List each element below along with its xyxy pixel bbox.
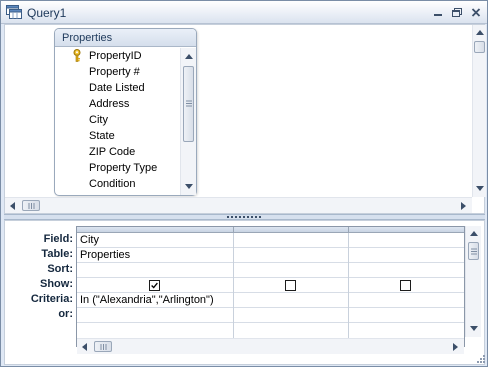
grid-row-labels: Field: Table: Sort: Show: Criteria: or:: [5, 232, 73, 322]
grid-vertical-scrollbar[interactable]: [465, 226, 481, 337]
title-bar[interactable]: Query1: [1, 1, 487, 24]
scroll-thumb[interactable]: [183, 66, 194, 142]
field-label: City: [89, 114, 108, 126]
design-pane-vertical-scrollbar[interactable]: [472, 25, 486, 197]
criteria-cell[interactable]: [234, 293, 348, 308]
row-label-sort: Sort:: [47, 263, 73, 275]
sort-cell[interactable]: [77, 263, 233, 278]
show-cell: [349, 278, 464, 293]
scroll-thumb[interactable]: [468, 242, 479, 260]
field-item-state[interactable]: State: [58, 128, 180, 144]
table-title[interactable]: Properties: [55, 29, 196, 47]
scroll-up-icon[interactable]: [467, 227, 481, 241]
field-item-condition[interactable]: Condition: [58, 176, 180, 192]
scroll-up-icon[interactable]: [473, 26, 487, 40]
show-cell: [234, 278, 348, 293]
field-item-address[interactable]: Address: [58, 96, 180, 112]
grip-icon: [186, 100, 192, 107]
field-list[interactable]: PropertyID Property # Date Listed Addres…: [58, 48, 180, 194]
field-cell[interactable]: [349, 233, 464, 248]
table-cell[interactable]: [234, 248, 348, 263]
field-label: Property Type: [89, 162, 158, 174]
scroll-left-icon[interactable]: [78, 340, 92, 354]
scroll-thumb[interactable]: [22, 200, 40, 211]
grid-column: [349, 233, 464, 346]
table-cell[interactable]: [349, 248, 464, 263]
field-label: PropertyID: [89, 50, 142, 62]
field-label: ZIP Code: [89, 146, 136, 158]
field-label: Address: [89, 98, 130, 110]
show-checkbox-checked[interactable]: [149, 280, 160, 291]
row-label-show: Show:: [40, 278, 73, 290]
grid-column: City Properties In ("Alexandria","Arling…: [77, 233, 234, 346]
field-item-date-listed[interactable]: Date Listed: [58, 80, 180, 96]
minimize-icon[interactable]: [431, 6, 445, 19]
scroll-up-icon[interactable]: [182, 50, 196, 64]
splitter-grip-icon: [227, 216, 261, 218]
scroll-right-icon[interactable]: [448, 340, 462, 354]
close-icon[interactable]: [469, 6, 483, 19]
or-cell[interactable]: [349, 308, 464, 323]
grid-horizontal-scrollbar[interactable]: [77, 338, 464, 354]
show-checkbox[interactable]: [400, 280, 411, 291]
table-cell[interactable]: Properties: [77, 248, 233, 263]
table-field-list[interactable]: Properties PropertyID Property # Date Li…: [54, 28, 197, 196]
resize-grip-icon[interactable]: [473, 353, 486, 366]
scroll-thumb[interactable]: [94, 341, 112, 352]
field-item-city[interactable]: City: [58, 112, 180, 128]
grip-icon: [471, 248, 477, 255]
scroll-down-icon[interactable]: [182, 179, 196, 193]
scroll-right-icon[interactable]: [456, 199, 470, 213]
field-item-property-number[interactable]: Property #: [58, 64, 180, 80]
query-datasheet-icon: [6, 5, 22, 19]
scroll-left-icon[interactable]: [6, 199, 20, 213]
field-item-property-type[interactable]: Property Type: [58, 160, 180, 176]
or-cell[interactable]: [77, 308, 233, 323]
field-label: State: [89, 130, 115, 142]
field-label: Date Listed: [89, 82, 145, 94]
query-design-grid[interactable]: City Properties In ("Alexandria","Arling…: [76, 226, 465, 347]
grip-icon: [100, 344, 107, 350]
field-label: Property #: [89, 66, 140, 78]
field-item-zip-code[interactable]: ZIP Code: [58, 144, 180, 160]
criteria-cell[interactable]: [349, 293, 464, 308]
scroll-down-icon[interactable]: [473, 181, 487, 195]
row-label-criteria: Criteria:: [30, 293, 73, 305]
field-cell[interactable]: [234, 233, 348, 248]
query-design-grid-pane: Field: Table: Sort: Show: Criteria: or: …: [4, 220, 485, 365]
criteria-cell[interactable]: In ("Alexandria","Arlington"): [77, 293, 233, 308]
or-cell[interactable]: [234, 308, 348, 323]
window-title: Query1: [27, 6, 67, 20]
design-pane-horizontal-scrollbar[interactable]: [5, 197, 472, 213]
scroll-thumb[interactable]: [474, 41, 485, 53]
table-design-pane[interactable]: Properties PropertyID Property # Date Li…: [4, 24, 486, 214]
grid-column: [234, 233, 349, 346]
show-cell: [77, 278, 233, 293]
query-design-window: Query1 Properties PropertyID Property # …: [0, 0, 488, 367]
restore-icon[interactable]: [450, 6, 464, 19]
row-label-table: Table:: [41, 248, 73, 260]
row-label-or: or:: [58, 308, 73, 320]
field-label: Condition: [89, 178, 136, 190]
field-list-scrollbar[interactable]: [180, 48, 196, 195]
field-item-propertyid[interactable]: PropertyID: [58, 48, 180, 64]
scroll-down-icon[interactable]: [467, 321, 481, 335]
field-cell[interactable]: City: [77, 233, 233, 248]
sort-cell[interactable]: [234, 263, 348, 278]
show-checkbox[interactable]: [285, 280, 296, 291]
grip-icon: [28, 203, 35, 209]
primary-key-icon: [73, 49, 81, 62]
sort-cell[interactable]: [349, 263, 464, 278]
row-label-field: Field:: [43, 233, 73, 245]
